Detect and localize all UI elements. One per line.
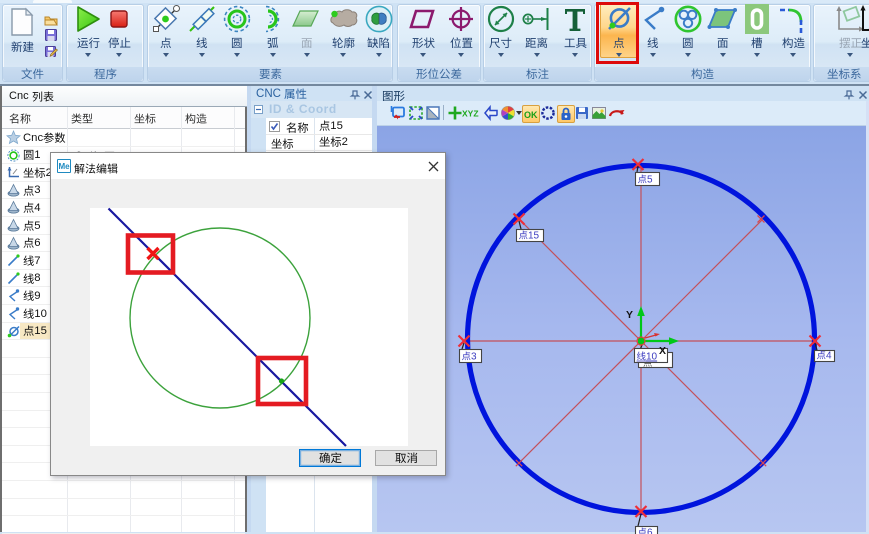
svg-text:3: 3 [471,352,477,363]
svg-text:15: 15 [528,231,540,242]
svg-text:X: X [659,345,666,357]
svg-text:XYZ: XYZ [462,109,479,119]
svg-text:4: 4 [826,351,832,362]
svg-text:Y: Y [626,309,633,321]
svg-text:6: 6 [647,528,653,534]
svg-text:OK: OK [524,110,538,120]
svg-text:5: 5 [647,175,653,186]
